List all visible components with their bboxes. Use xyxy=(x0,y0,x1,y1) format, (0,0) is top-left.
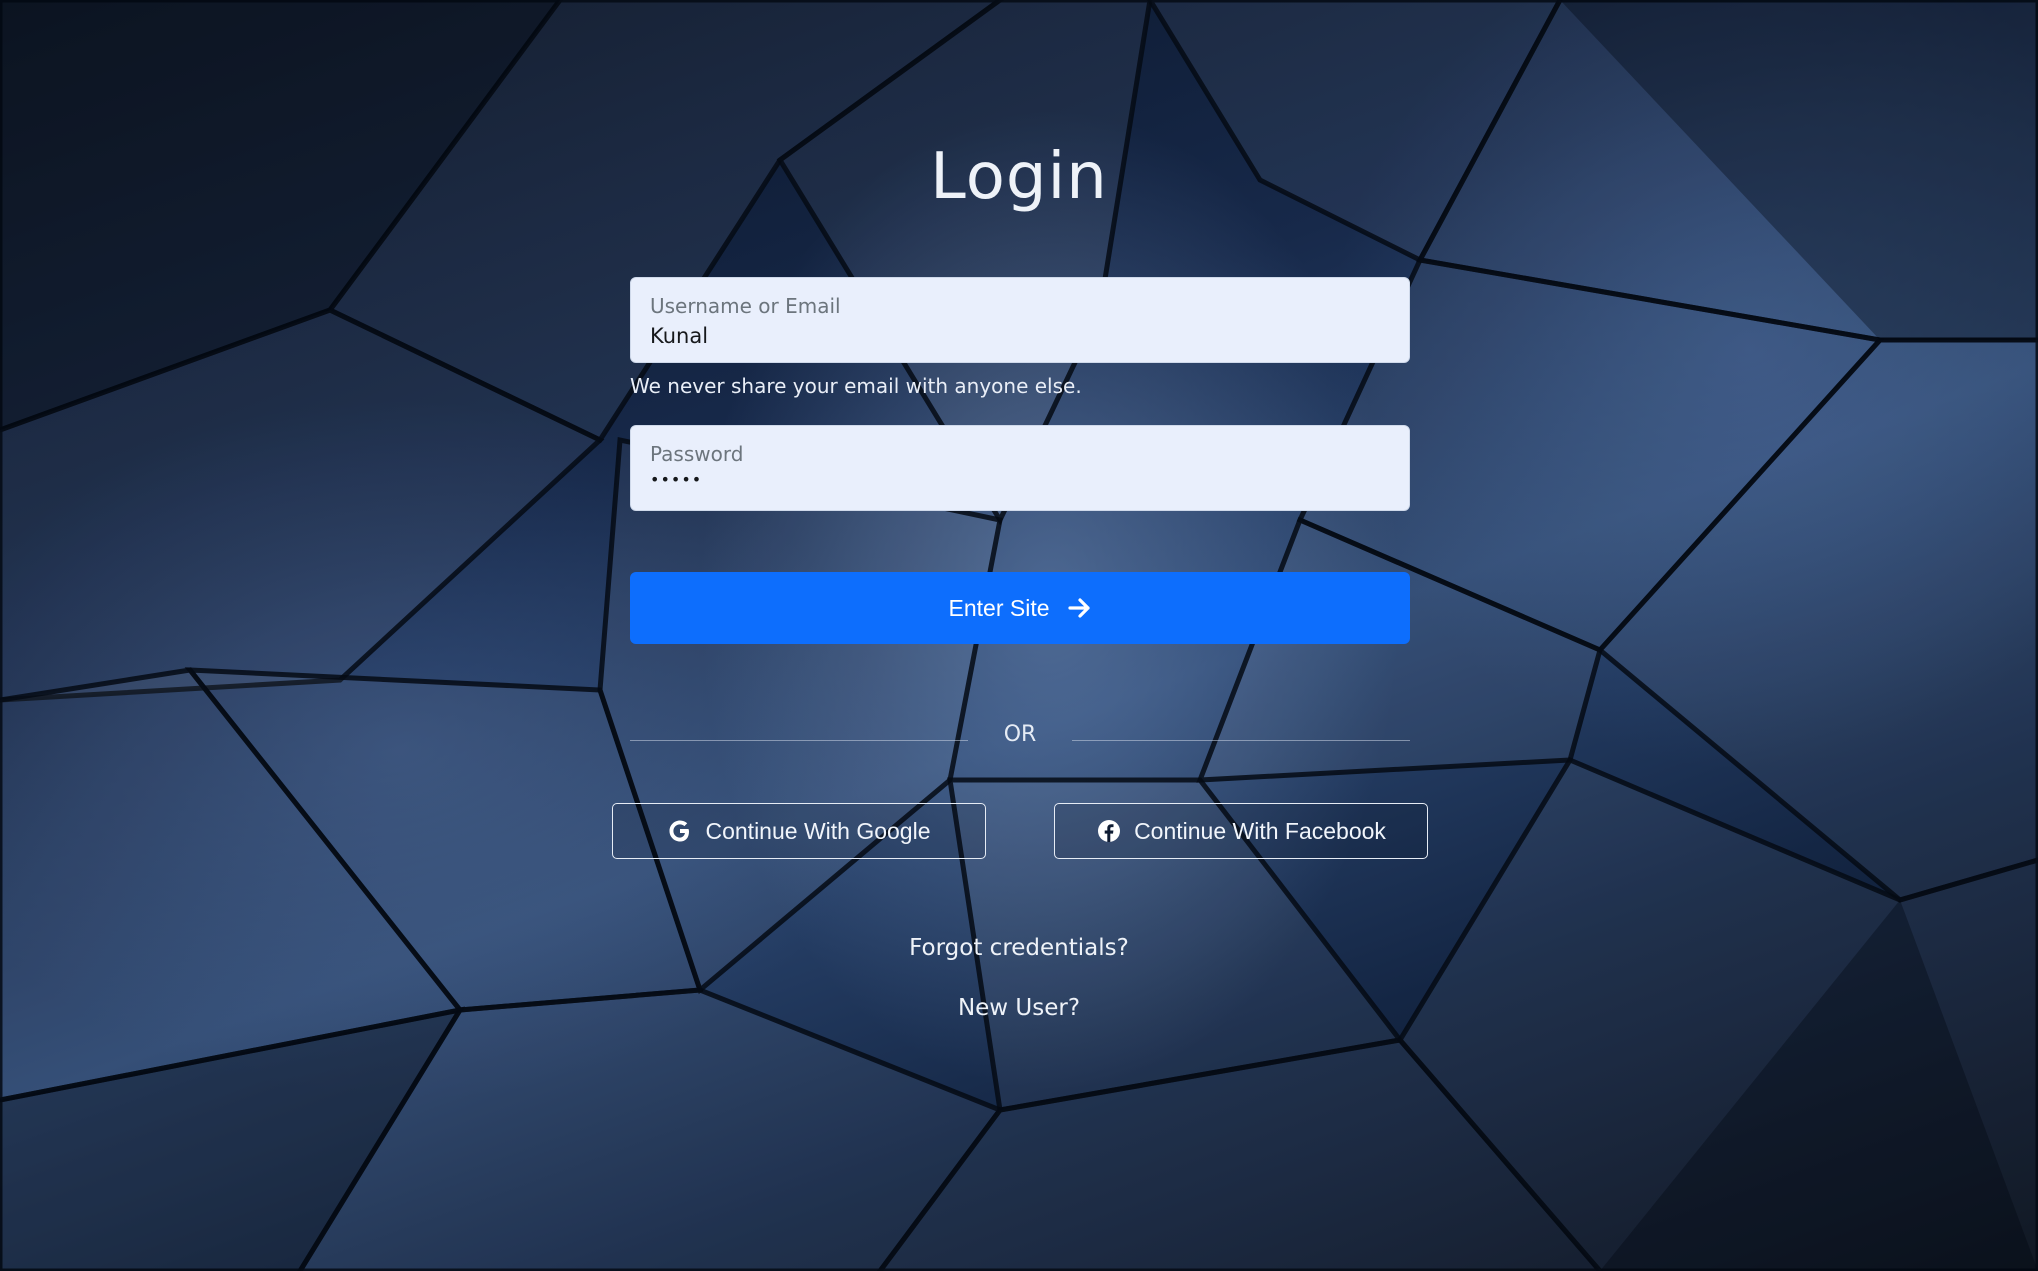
google-login-button[interactable]: Continue With Google xyxy=(612,803,986,859)
enter-site-label: Enter Site xyxy=(948,594,1050,621)
password-value[interactable]: ••••• xyxy=(650,470,702,489)
new-user-link[interactable]: New User? xyxy=(0,995,2038,1021)
password-field[interactable]: Password ••••• xyxy=(630,425,1410,511)
arrow-right-icon xyxy=(1067,597,1092,619)
divider-line-right xyxy=(1072,740,1410,741)
facebook-login-label: Continue With Facebook xyxy=(1134,817,1386,844)
or-label: OR xyxy=(1003,722,1037,747)
or-divider: OR xyxy=(630,718,1410,754)
facebook-icon xyxy=(1096,818,1122,844)
enter-site-button[interactable]: Enter Site xyxy=(630,572,1410,644)
username-value[interactable]: Kunal xyxy=(650,324,708,348)
facebook-login-button[interactable]: Continue With Facebook xyxy=(1054,803,1428,859)
page-title: Login xyxy=(930,140,1108,214)
password-label: Password xyxy=(650,442,744,466)
email-helper-text: We never share your email with anyone el… xyxy=(630,374,1082,398)
username-label: Username or Email xyxy=(650,294,841,318)
forgot-credentials-link[interactable]: Forgot credentials? xyxy=(0,935,2038,961)
username-field[interactable]: Username or Email Kunal xyxy=(630,277,1410,363)
google-icon xyxy=(667,818,693,844)
google-login-label: Continue With Google xyxy=(705,817,931,844)
